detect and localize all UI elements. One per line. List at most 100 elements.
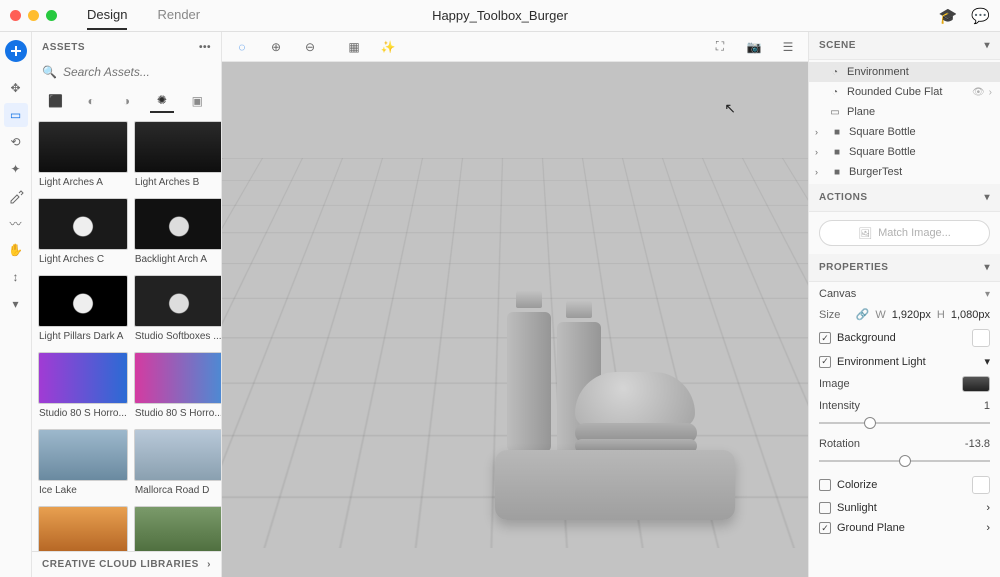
window-close[interactable] [10,10,21,21]
add-to-selection-icon[interactable]: ⊕ [266,37,286,57]
asset-item[interactable]: Studio Softboxes ... [134,275,221,346]
marquee-select-icon[interactable]: ◌ [232,37,252,57]
render-settings-icon[interactable]: ☰ [778,37,798,57]
hand-tool-icon[interactable]: ✋ [4,238,28,262]
background-checkbox[interactable] [819,332,831,344]
snap-icon[interactable]: ▦ [344,37,364,57]
chevron-down-icon[interactable]: ▾ [984,40,990,51]
colorize-checkbox[interactable] [819,479,831,491]
ccl-title[interactable]: CREATIVE CLOUD LIBRARIES [42,559,199,570]
match-image-icon: 🖼 [858,227,872,240]
asset-thumb [134,352,221,404]
scene-item[interactable]: ◔Rounded Cube Flat👁› [809,82,1000,102]
asset-thumb [38,429,128,481]
camera-bookmark-icon[interactable]: 📷 [744,37,764,57]
scene-item-icon: ◔ [829,67,841,78]
asset-item[interactable]: Light Arches A [38,121,128,192]
colorize-label: Colorize [837,479,877,491]
learn-icon[interactable]: 🎓 [939,7,958,25]
chevron-right-icon[interactable]: › [207,559,211,570]
asset-item[interactable]: Backlight Arch A [134,198,221,269]
dolly-tool-icon[interactable]: ↕ [4,265,28,289]
colorize-swatch[interactable] [972,476,990,494]
effects-icon[interactable]: ✨ [378,37,398,57]
link-icon[interactable]: 🔗 [856,308,870,321]
asset-tab-shapes-icon[interactable]: ◑ [114,89,138,113]
sunlight-checkbox[interactable] [819,502,831,514]
visibility-icon[interactable]: 👁 [972,87,985,98]
scene-item-label: Environment [847,66,992,78]
height-value[interactable]: 1,080px [951,309,990,321]
add-button[interactable] [5,40,27,62]
tab-render[interactable]: Render [157,1,200,30]
rotation-value[interactable]: -13.8 [965,438,990,450]
rotate-tool-icon[interactable]: ⟲ [4,130,28,154]
env-image-swatch[interactable] [962,376,990,392]
scene-item[interactable]: ▭Plane [809,102,1000,122]
ground-plane-checkbox[interactable] [819,522,831,534]
asset-thumb [134,506,221,551]
width-value[interactable]: 1,920px [892,309,931,321]
asset-thumb [38,506,128,551]
chevron-right-icon[interactable]: › [815,127,825,137]
window-maximize[interactable] [46,10,57,21]
intensity-slider[interactable] [819,416,990,430]
lasso-icon[interactable]: 〰 [4,211,28,235]
rotation-label: Rotation [819,438,860,450]
asset-label: Backlight Arch A [134,252,221,269]
viewport[interactable]: ↖ [222,62,808,577]
move-tool-icon[interactable]: ✥ [4,76,28,100]
scene-item[interactable]: ›■Square Bottle [809,142,1000,162]
asset-tab-materials-icon[interactable]: ◐ [79,89,103,113]
match-image-button[interactable]: 🖼 Match Image... [819,220,990,246]
chevron-down-icon[interactable]: ▾ [984,355,990,368]
asset-item[interactable]: Ice Lake [38,429,128,500]
scene-item[interactable]: ◔ Environment [809,62,1000,82]
intensity-value[interactable]: 1 [984,400,990,412]
size-label: Size [819,309,840,321]
asset-thumb [38,275,128,327]
scene-title: SCENE [819,40,856,51]
asset-tab-models-icon[interactable]: ⬛ [44,89,68,113]
chat-icon[interactable]: 💬 [971,7,990,25]
chevron-down-icon[interactable]: ▾ [985,289,990,300]
asset-item[interactable]: Light Arches B [134,121,221,192]
asset-item[interactable]: Light Pillars Dark A [38,275,128,346]
subtract-selection-icon[interactable]: ⊖ [300,37,320,57]
scene-item-label: Square Bottle [849,146,992,158]
assets-title: ASSETS [42,42,85,53]
asset-item[interactable]: Mallorca Road D [134,429,221,500]
window-minimize[interactable] [28,10,39,21]
asset-item[interactable]: Studio 80 S Horro... [38,352,128,423]
rotation-slider[interactable] [819,454,990,468]
search-input[interactable] [63,65,220,79]
chevron-right-icon[interactable]: › [986,502,990,514]
scene-item-icon: ▭ [829,107,841,118]
asset-tab-images-icon[interactable]: ▣ [185,89,209,113]
camera-tool-icon[interactable]: ▾ [4,292,28,316]
eyedropper-icon[interactable] [4,184,28,208]
scene-item[interactable]: ›■Square Bottle [809,122,1000,142]
asset-item[interactable]: Light Arches C [38,198,128,269]
tab-design[interactable]: Design [87,1,127,30]
asset-item[interactable]: Sunrise Campsite [38,506,128,551]
chevron-right-icon[interactable]: › [815,147,825,157]
chevron-right-icon[interactable]: › [986,522,990,534]
chevron-down-icon[interactable]: ▾ [984,262,990,273]
scene-item[interactable]: ›■BurgerTest [809,162,1000,182]
image-label: Image [819,378,850,390]
search-icon: 🔍 [42,65,57,79]
background-swatch[interactable] [972,329,990,347]
asset-item[interactable]: Studio 80 S Horro... [134,352,221,423]
magic-wand-icon[interactable]: ✦ [4,157,28,181]
select-tool-icon[interactable]: ▭ [4,103,28,127]
background-label: Background [837,332,896,344]
chevron-down-icon[interactable]: ▾ [984,192,990,203]
env-light-checkbox[interactable] [819,356,831,368]
lock-icon[interactable]: › [989,87,992,98]
asset-item[interactable]: Topanga Forest B [134,506,221,551]
asset-tab-lights-icon[interactable]: ✺ [150,89,174,113]
chevron-right-icon[interactable]: › [815,167,825,177]
assets-more-icon[interactable]: ••• [199,42,211,53]
frame-icon[interactable]: ⛶ [710,37,730,57]
